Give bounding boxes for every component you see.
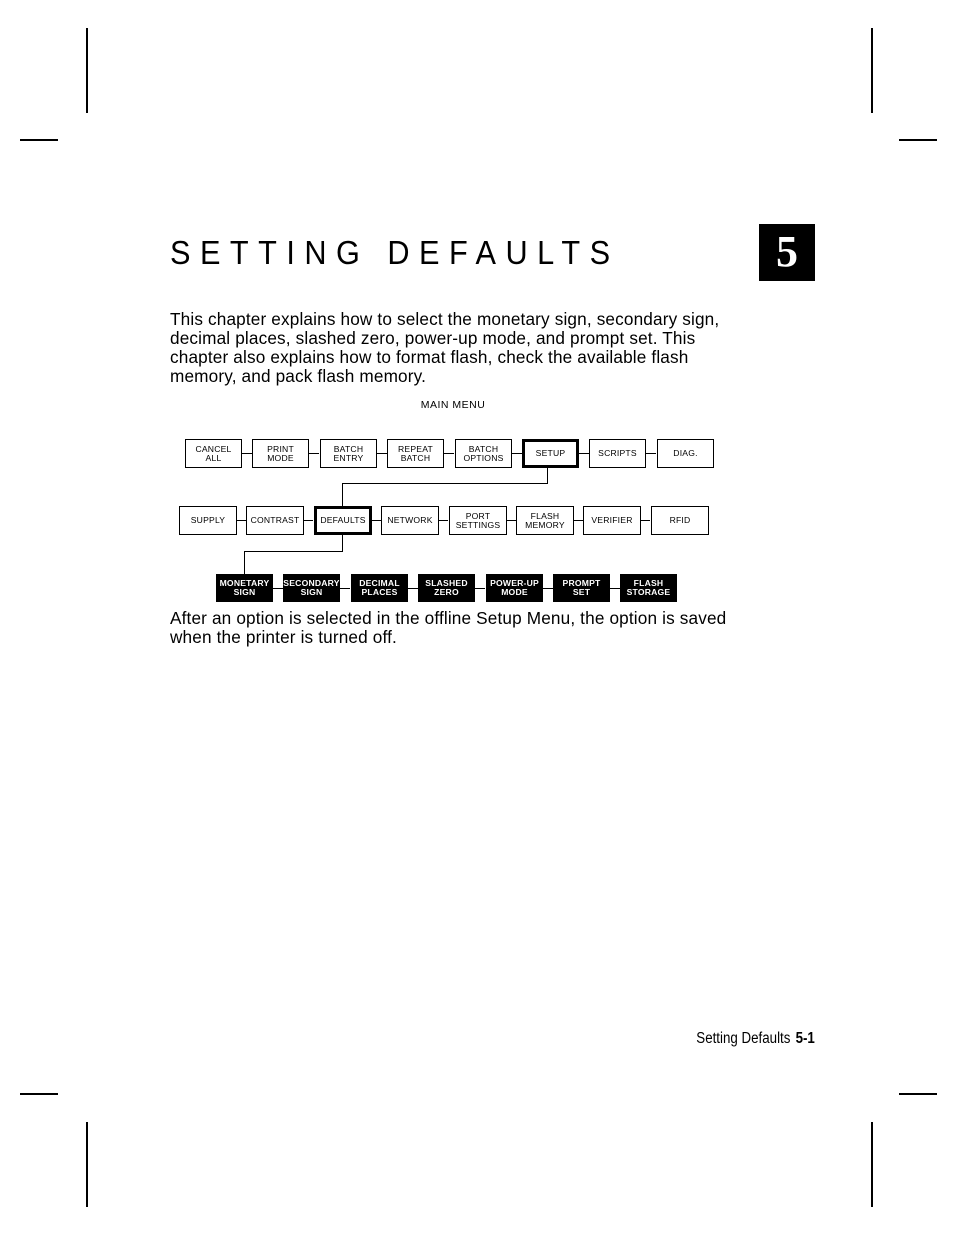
- crop-mark-top-left-vertical: [86, 28, 88, 113]
- main-menu-connector: [444, 453, 454, 454]
- main-menu-connector: [579, 453, 589, 454]
- defaults-menu-connector: [340, 588, 350, 589]
- setup-menu-connector: [237, 520, 246, 521]
- crop-mark-bottom-right-vertical: [871, 1122, 873, 1207]
- defaults-menu-connector: [610, 588, 620, 589]
- crop-mark-top-right-vertical: [871, 28, 873, 113]
- setup-menu-item-verifier: VERIFIER: [583, 506, 641, 535]
- defaults-branch-connector: [244, 551, 245, 574]
- setup-branch-connector: [342, 483, 548, 484]
- setup-menu-connector: [439, 520, 448, 521]
- setup-menu-connector: [507, 520, 516, 521]
- main-menu-item-batch-options: BATCH OPTIONS: [455, 439, 512, 468]
- main-menu-item-print-mode: PRINT MODE: [252, 439, 309, 468]
- setup-menu-connector: [641, 520, 650, 521]
- intro-paragraph: This chapter explains how to select the …: [170, 309, 720, 386]
- setup-menu-item-supply: SUPPLY: [179, 506, 237, 535]
- crop-mark-top-right-horizontal: [899, 139, 937, 141]
- crop-mark-top-left-horizontal: [20, 139, 58, 141]
- defaults-menu-connector: [475, 588, 485, 589]
- main-menu-connector: [646, 453, 656, 454]
- setup-menu-connector: [372, 520, 381, 521]
- defaults-menu-connector: [273, 588, 283, 589]
- main-menu-item-batch-entry: BATCH ENTRY: [320, 439, 377, 468]
- chapter-tab: 5: [759, 224, 815, 281]
- setup-menu-item-defaults: DEFAULTS: [314, 506, 372, 535]
- page-footer: Setting Defaults 5-1: [696, 1030, 815, 1048]
- setup-branch-connector: [342, 483, 343, 506]
- crop-mark-bottom-right-horizontal: [899, 1093, 937, 1095]
- defaults-branch-connector: [342, 534, 343, 552]
- setup-menu-connector: [574, 520, 583, 521]
- after-paragraph: After an option is selected in the offli…: [170, 608, 727, 647]
- main-menu-connector: [309, 453, 319, 454]
- main-menu-label: MAIN MENU: [420, 399, 486, 411]
- crop-mark-bottom-left-horizontal: [20, 1093, 58, 1095]
- footer-section: Setting Defaults: [696, 1030, 791, 1047]
- defaults-menu-item-decimal-places: DECIMAL PLACES: [351, 574, 408, 602]
- setup-menu-item-rfid: RFID: [651, 506, 709, 535]
- setup-branch-connector: [547, 467, 548, 484]
- main-menu-connector: [242, 453, 252, 454]
- setup-menu-item-network: NETWORK: [381, 506, 439, 535]
- main-menu-connector: [377, 453, 387, 454]
- footer-page-number: 5-1: [795, 1030, 815, 1047]
- setup-menu-item-flash-memory: FLASH MEMORY: [516, 506, 574, 535]
- main-menu-item-setup: SETUP: [522, 439, 579, 468]
- setup-menu-connector: [304, 520, 313, 521]
- defaults-menu-item-slashed-zero: SLASHED ZERO: [418, 574, 475, 602]
- main-menu-item-diag: DIAG.: [657, 439, 714, 468]
- defaults-menu-item-flash-storage: FLASH STORAGE: [620, 574, 677, 602]
- setup-menu-item-port-settings: PORT SETTINGS: [449, 506, 507, 535]
- defaults-menu-item-monetary-sign: MONETARY SIGN: [216, 574, 273, 602]
- defaults-menu-item-prompt-set: PROMPT SET: [553, 574, 610, 602]
- setup-menu-item-contrast: CONTRAST: [246, 506, 304, 535]
- defaults-menu-item-secondary-sign: SECONDARY SIGN: [283, 574, 340, 602]
- defaults-menu-connector: [543, 588, 553, 589]
- defaults-menu-connector: [408, 588, 418, 589]
- crop-mark-bottom-left-vertical: [86, 1122, 88, 1207]
- main-menu-item-scripts: SCRIPTS: [589, 439, 646, 468]
- main-menu-item-cancel-all: CANCEL ALL: [185, 439, 242, 468]
- main-menu-connector: [512, 453, 522, 454]
- defaults-branch-connector: [244, 551, 343, 552]
- defaults-menu-item-power-up-mode: POWER-UP MODE: [486, 574, 543, 602]
- main-menu-item-repeat-batch: REPEAT BATCH: [387, 439, 444, 468]
- page-title: SETTING DEFAULTS: [170, 234, 620, 271]
